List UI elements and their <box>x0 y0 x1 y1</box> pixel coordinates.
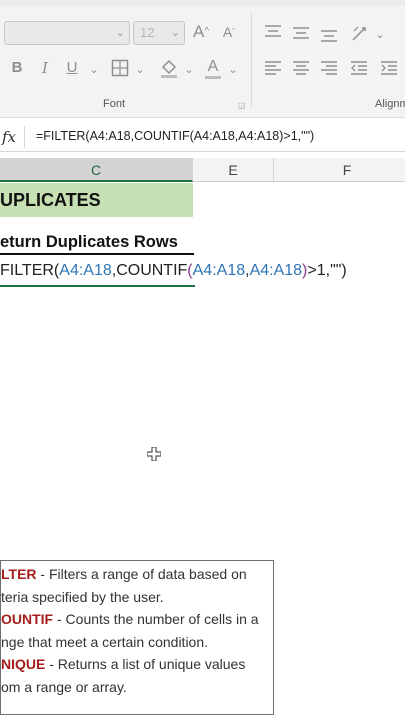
function-description: teria specified by the user. <box>1 588 164 605</box>
textbox-line: teria specified by the user. <box>1 586 273 609</box>
formula-part-range: A4:A18 <box>249 262 303 279</box>
align-top-icon <box>265 25 281 37</box>
font-color-label: A <box>207 58 219 75</box>
active-cell-border <box>0 285 195 287</box>
dialog-launcher-icon[interactable]: ◲ <box>238 101 246 110</box>
function-description: - Returns a list of unique values <box>45 656 246 673</box>
textbox-line: NIQUE - Returns a list of unique values <box>1 653 273 676</box>
function-keyword: OUNTIF <box>1 611 54 628</box>
function-description: - Counts the number of cells in a <box>53 611 259 628</box>
increase-indent-button[interactable] <box>380 60 398 81</box>
fill-color-button[interactable] <box>159 57 179 79</box>
textbox-line: nge that meet a certain condition. <box>1 631 273 654</box>
cursor-crosshair-icon <box>146 446 162 462</box>
align-bottom-icon <box>321 30 337 42</box>
function-keyword: NIQUE <box>1 656 46 673</box>
font-size-combo[interactable]: 12 ⌄ <box>133 21 185 45</box>
alignment-group-label: Alignm <box>375 98 405 110</box>
chevron-down-icon[interactable]: ⌄ <box>375 25 385 45</box>
chevron-down-icon[interactable]: ⌄ <box>183 60 195 80</box>
font-size-value: 12 <box>140 25 155 40</box>
formula-bar: fx =FILTER(A4:A18,COUNTIF(A4:A18,A4:A18)… <box>0 122 405 152</box>
align-center-icon <box>293 61 309 75</box>
subtitle-underline <box>0 253 194 255</box>
chevron-down-icon[interactable]: ⌄ <box>134 60 146 80</box>
decrease-indent-icon <box>351 61 367 75</box>
align-left-button[interactable] <box>264 60 282 81</box>
bold-button[interactable]: B <box>9 58 25 78</box>
formula-part-range: A4:A18 <box>192 262 246 279</box>
formula-part-function: ,COUNTIF <box>111 262 188 279</box>
decrease-indent-button[interactable] <box>350 60 368 81</box>
shrink-font-button[interactable]: Aˇ <box>220 22 238 42</box>
font-color-button[interactable]: A <box>204 57 222 79</box>
increase-indent-icon <box>381 61 397 75</box>
insert-function-button[interactable]: fx <box>0 125 18 149</box>
caret-up-icon: ^ <box>204 26 210 37</box>
subtitle-cell[interactable]: eturn Duplicates Rows <box>0 233 178 252</box>
chevron-down-icon: ⌄ <box>115 27 125 39</box>
column-header-e[interactable]: E <box>193 158 274 182</box>
font-group-label: Font <box>103 98 126 110</box>
ribbon-separator <box>251 12 252 108</box>
shrink-font-label: A <box>222 24 233 40</box>
borders-icon <box>111 59 129 77</box>
align-center-button[interactable] <box>292 60 310 81</box>
ribbon: ⌄ 12 ⌄ A^ Aˇ B I U ⌄ ⌄ ⌄ A ⌄ Font ◲ ⌄ Al… <box>0 0 405 118</box>
align-right-icon <box>321 61 337 75</box>
column-header-c[interactable]: C <box>0 158 193 182</box>
italic-button[interactable]: I <box>37 58 53 78</box>
borders-button[interactable] <box>111 59 129 77</box>
font-name-combo[interactable]: ⌄ <box>4 21 130 45</box>
text-orientation-icon <box>352 26 366 41</box>
function-keyword: LTER <box>1 566 37 582</box>
chevron-down-icon[interactable]: ⌄ <box>227 60 239 80</box>
fill-bucket-icon <box>161 59 177 78</box>
textbox-line: om a range or array. <box>1 676 273 699</box>
formula-bar-separator <box>24 126 25 148</box>
caret-down-icon: ˇ <box>232 27 236 37</box>
font-color-swatch <box>205 76 221 79</box>
formula-part-function: FILTER( <box>0 262 60 279</box>
align-left-icon <box>265 61 281 75</box>
chevron-down-icon: ⌄ <box>170 27 180 39</box>
grow-font-label: A <box>192 22 205 41</box>
function-description: om a range or array. <box>1 678 127 695</box>
chevron-down-icon[interactable]: ⌄ <box>88 60 100 80</box>
title-cell[interactable]: UPLICATES <box>0 183 193 217</box>
function-description: nge that meet a certain condition. <box>1 633 209 650</box>
align-middle-button[interactable] <box>292 25 310 46</box>
formula-part-condition: >1,"") <box>307 262 347 279</box>
orientation-button[interactable] <box>350 23 372 48</box>
underline-button[interactable]: U <box>64 58 80 78</box>
formula-part-range: A4:A18 <box>59 262 112 279</box>
function-notes-textbox[interactable]: LTER - Filters a range of data based on … <box>0 560 274 715</box>
align-bottom-button[interactable] <box>320 27 338 48</box>
grow-font-button[interactable]: A^ <box>192 22 210 42</box>
textbox-line: OUNTIF - Counts the number of cells in a <box>1 608 273 631</box>
align-top-button[interactable] <box>264 24 282 45</box>
column-header-f[interactable]: F <box>274 158 405 182</box>
formula-input[interactable]: =FILTER(A4:A18,COUNTIF(A4:A18,A4:A18)>1,… <box>36 129 314 143</box>
ribbon-top-edge <box>0 0 405 6</box>
align-right-button[interactable] <box>320 60 338 81</box>
align-middle-icon <box>293 27 309 39</box>
textbox-line: LTER - Filters a range of data based on <box>1 563 273 586</box>
column-headers: C E F <box>0 158 405 182</box>
function-description: - Filters a range of data based on <box>36 566 247 582</box>
formula-cell[interactable]: FILTER(A4:A18,COUNTIF(A4:A18,A4:A18)>1,"… <box>0 262 347 280</box>
